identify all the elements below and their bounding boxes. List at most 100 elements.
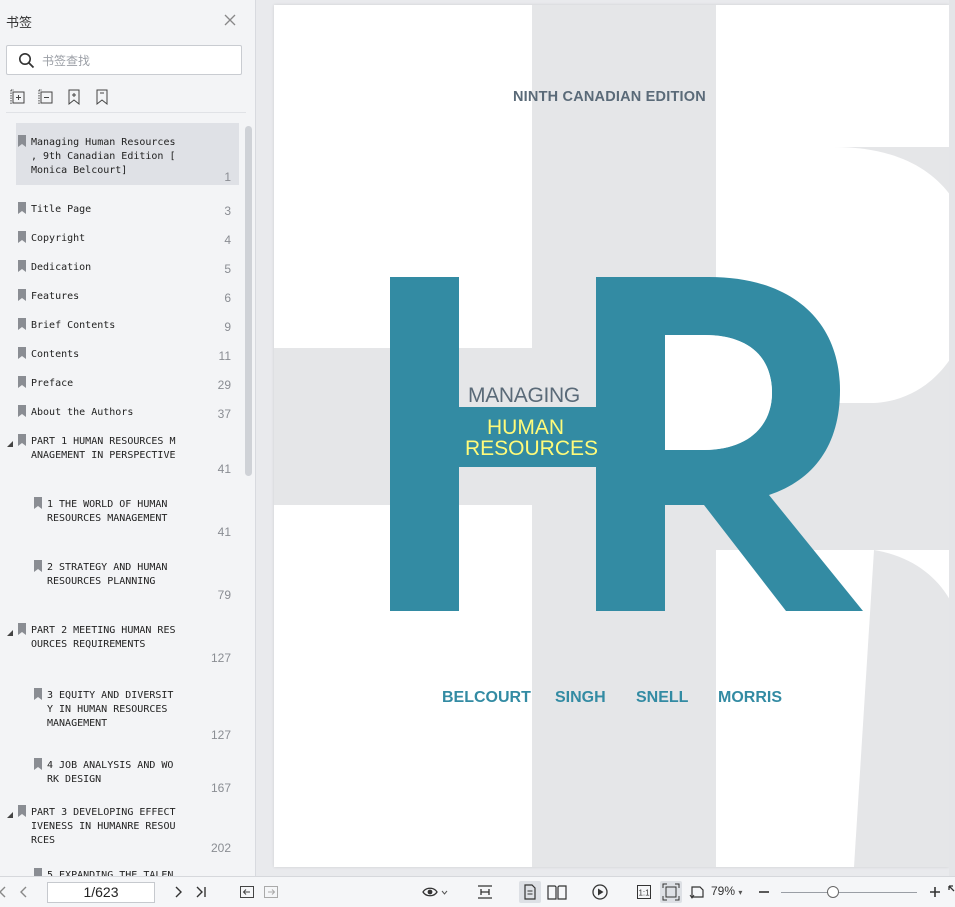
bookmark-page-number: 9 [224, 320, 231, 334]
bookmark-flag-icon [18, 259, 26, 272]
bookmark-sidebar: 书签 Managing Human Resources , [0, 0, 256, 876]
cover-artwork [274, 5, 949, 867]
bookmark-icon[interactable] [94, 88, 110, 106]
bookmark-flag-icon [34, 559, 42, 572]
bookmark-item[interactable]: PART 1 HUMAN RESOURCES M ANAGEMENT IN PE… [7, 422, 239, 485]
bookmark-flag-icon [34, 757, 42, 770]
fullscreen-icon[interactable] [946, 883, 955, 901]
next-page-icon[interactable] [169, 883, 187, 901]
reading-mode-icon[interactable] [421, 883, 449, 901]
bookmark-item[interactable]: Copyright 4 [16, 219, 239, 248]
back-icon[interactable] [238, 883, 256, 901]
bookmark-item[interactable]: 5 EXPANDING THE TALEN [16, 856, 239, 876]
single-page-icon[interactable] [519, 881, 541, 903]
bookmark-search-box[interactable] [6, 45, 242, 75]
pdf-reader-window: 书签 Managing Human Resources , [0, 0, 955, 907]
bookmark-page-number: 79 [217, 588, 231, 602]
bookmark-item[interactable]: 1 THE WORLD OF HUMAN RESOURCES MANAGEMEN… [16, 485, 239, 548]
sidebar-title: 书签 [6, 16, 33, 31]
two-page-icon[interactable] [546, 883, 568, 901]
bookmark-flag-icon [18, 622, 26, 635]
zoom-level[interactable]: 79% ▾ [711, 884, 742, 898]
bookmark-item[interactable]: Brief Contents 9 [16, 306, 239, 335]
zoom-slider-track[interactable] [781, 892, 917, 893]
bookmark-label: 3 EQUITY AND DIVERSIT Y IN HUMAN RESOURC… [47, 690, 174, 729]
bookmark-item[interactable]: PART 3 DEVELOPING EFFECT IVENESS IN HUMA… [7, 793, 239, 856]
bookmark-list: Managing Human Resources , 9th Canadian … [0, 120, 244, 876]
sidebar-divider [6, 112, 246, 113]
rotate-icon[interactable] [688, 883, 706, 901]
close-icon[interactable] [222, 12, 238, 28]
title-line-resources: RESOURCES [465, 437, 599, 460]
bookmark-flag-icon [18, 230, 26, 243]
letter-h-left-stem [390, 277, 459, 611]
fit-width-icon[interactable] [476, 883, 494, 901]
bookmark-page-number: 202 [210, 841, 231, 855]
bookmark-item[interactable]: Contents 11 [16, 335, 239, 364]
bookmark-page-number: 41 [217, 462, 231, 476]
bookmark-label: Title Page [31, 204, 92, 215]
first-page-icon[interactable] [0, 883, 14, 901]
bookmark-item[interactable]: PART 2 MEETING HUMAN RES OURCES REQUIREM… [7, 611, 239, 676]
page-number-input[interactable]: 1/623 [47, 882, 155, 903]
bookmark-flag-icon [18, 375, 26, 388]
fit-page-icon[interactable] [660, 881, 682, 903]
add-bookmark-icon[interactable] [66, 88, 82, 106]
bookmark-label: Dedication [31, 262, 92, 273]
expand-toggle-icon[interactable] [6, 435, 14, 447]
cover-bg-notch-top [716, 5, 949, 147]
bookmark-item[interactable]: About the Authors 37 [16, 393, 239, 422]
actual-size-icon[interactable]: 1:1 [635, 883, 653, 901]
bookmark-flag-icon [34, 867, 42, 876]
bookmark-flag-icon [18, 404, 26, 417]
bookmark-flag-icon [18, 346, 26, 359]
bookmark-page-number: 127 [210, 651, 231, 665]
bookmark-page-number: 6 [224, 291, 231, 305]
bookmark-label: 5 EXPANDING THE TALEN [47, 870, 174, 876]
play-icon[interactable] [591, 883, 609, 901]
bookmark-search-input[interactable] [42, 51, 232, 70]
zoom-in-icon[interactable] [926, 883, 944, 901]
bookmark-label: Copyright [31, 233, 86, 244]
status-bar: 1/623 1:1 79% ▾ [0, 876, 955, 907]
document-scrollbar[interactable] [949, 0, 955, 876]
bookmark-label: Contents [31, 349, 80, 360]
bookmark-label: Features [31, 291, 80, 302]
bookmark-page-number: 3 [224, 204, 231, 218]
bookmark-label: About the Authors [31, 407, 134, 418]
bookmark-item[interactable]: Features 6 [16, 277, 239, 306]
prev-page-icon[interactable] [15, 883, 33, 901]
bookmark-item[interactable]: Managing Human Resources , 9th Canadian … [16, 123, 239, 185]
bookmark-flag-icon [18, 288, 26, 301]
bookmark-page-number: 5 [224, 262, 231, 276]
expand-toggle-icon[interactable] [6, 806, 14, 818]
expand-toggle-icon[interactable] [6, 624, 14, 636]
search-icon [18, 52, 35, 69]
zoom-slider-handle[interactable] [827, 886, 839, 898]
bookmark-label: PART 3 DEVELOPING EFFECT IVENESS IN HUMA… [31, 807, 176, 846]
author-morris: MORRIS [718, 689, 782, 706]
sidebar-scrollbar[interactable] [245, 126, 252, 476]
zoom-dropdown-icon[interactable]: ▾ [738, 888, 742, 897]
zoom-out-icon[interactable] [755, 883, 773, 901]
last-page-icon[interactable] [192, 883, 210, 901]
bookmark-item[interactable]: 3 EQUITY AND DIVERSIT Y IN HUMAN RESOURC… [16, 676, 239, 746]
collapse-all-icon[interactable] [38, 88, 54, 106]
expand-all-icon[interactable] [10, 88, 26, 106]
zoom-value: 79% [711, 884, 736, 898]
bookmark-item[interactable]: Preface 29 [16, 364, 239, 393]
bookmark-page-number: 1 [224, 170, 231, 184]
bookmark-page-number: 29 [217, 378, 231, 392]
bookmark-flag-icon [18, 134, 26, 147]
forward-icon[interactable] [262, 883, 280, 901]
bookmark-page-number: 41 [217, 525, 231, 539]
author-singh: SINGH [555, 689, 606, 706]
bookmark-item[interactable]: 2 STRATEGY AND HUMAN RESOURCES PLANNING 7… [16, 548, 239, 611]
bookmark-item[interactable]: Dedication 5 [16, 248, 239, 277]
bookmark-item[interactable]: 4 JOB ANALYSIS AND WO RK DESIGN 167 [16, 746, 239, 795]
bookmark-toolbar [10, 88, 110, 108]
bookmark-item[interactable]: Title Page 3 [16, 190, 239, 219]
svg-text:1:1: 1:1 [638, 889, 650, 898]
edition-label: NINTH CANADIAN EDITION [513, 89, 706, 105]
bookmark-label: PART 1 HUMAN RESOURCES M ANAGEMENT IN PE… [31, 436, 176, 461]
